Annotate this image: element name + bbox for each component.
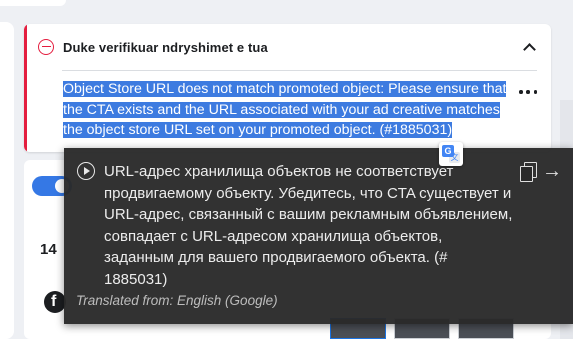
selected-message-text: Object Store URL does not match promoted… bbox=[63, 81, 507, 138]
more-icon[interactable] bbox=[519, 90, 537, 96]
error-card: Duke verifikuar ndryshimet e tua Object … bbox=[24, 24, 551, 152]
chevron-up-icon[interactable] bbox=[521, 39, 537, 55]
play-icon[interactable] bbox=[77, 162, 95, 180]
translation-source: Translated from: English (Google) bbox=[76, 293, 278, 308]
top-tab bbox=[0, 0, 66, 6]
error-accent-bar bbox=[24, 24, 27, 152]
left-panel bbox=[0, 22, 14, 339]
facebook-icon bbox=[44, 291, 66, 313]
translated-text: URL-адрес хранилища объектов не соответс… bbox=[104, 163, 513, 288]
divider bbox=[62, 70, 537, 71]
arrow-right-icon[interactable]: → bbox=[542, 160, 564, 182]
copy-icon[interactable] bbox=[519, 162, 537, 182]
translate-icon[interactable]: 文 G bbox=[439, 142, 463, 166]
card-header: Duke verifikuar ndryshimet e tua bbox=[38, 36, 537, 58]
card-title: Duke verifikuar ndryshimet e tua bbox=[63, 39, 268, 55]
item-count: 14 bbox=[40, 241, 57, 258]
error-message: Object Store URL does not match promoted… bbox=[63, 79, 521, 141]
error-circle-icon bbox=[38, 39, 54, 55]
translation-popup: URL-адрес хранилища объектов не соответс… bbox=[64, 148, 573, 324]
